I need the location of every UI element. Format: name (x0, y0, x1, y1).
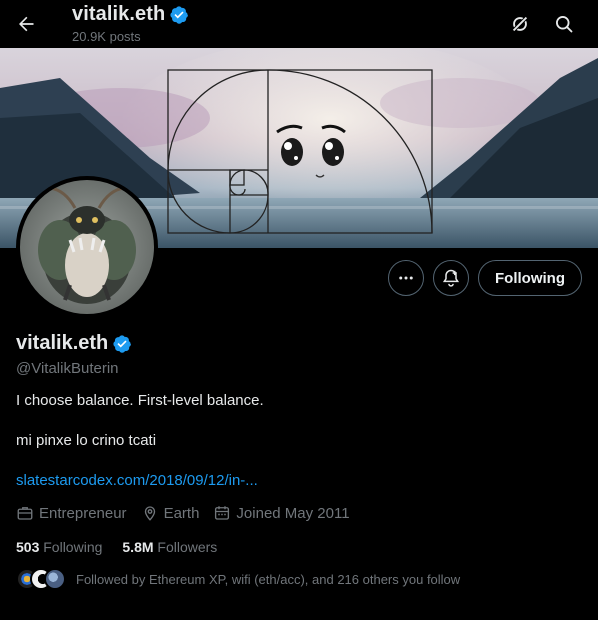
join-date: Joined May 2011 (213, 504, 350, 522)
mini-avatar (44, 568, 66, 590)
following-number: 503 (16, 539, 40, 555)
followers-count[interactable]: 5.8M Followers (122, 539, 217, 555)
verified-badge-icon (170, 5, 189, 24)
grok-icon (511, 15, 529, 33)
followed-by-text: Followed by Ethereum XP, wifi (eth/acc),… (76, 571, 461, 587)
avatar-image (20, 180, 154, 314)
verified-badge-icon (113, 334, 132, 353)
followed-by[interactable]: Followed by Ethereum XP, wifi (eth/acc),… (16, 568, 460, 590)
notifications-button[interactable] (433, 260, 470, 296)
top-bar: vitalik.eth 20.9K posts (0, 0, 598, 48)
profile-name: vitalik.eth (16, 332, 109, 354)
profile-meta: Entrepreneur Earth Joined May 2011 (16, 504, 350, 522)
post-count: 20.9K posts (72, 29, 141, 44)
profile-avatar[interactable] (16, 176, 158, 318)
bio-line-2: mi pinxe lo crino tcati (16, 432, 157, 449)
profile-name-row: vitalik.eth (16, 332, 132, 355)
search-icon (556, 16, 573, 33)
profession-label: Entrepreneur (39, 504, 127, 522)
header-title: vitalik.eth (72, 3, 166, 25)
back-button[interactable] (8, 6, 44, 42)
following-count[interactable]: 503 Following (16, 539, 102, 555)
location: Earth (141, 504, 200, 522)
briefcase-icon (17, 507, 33, 520)
profession: Entrepreneur (16, 504, 127, 522)
more-icon (399, 276, 413, 280)
join-date-label: Joined May 2011 (236, 504, 350, 522)
notification-bell-icon (442, 269, 460, 287)
profile-actions: Following (388, 260, 582, 296)
more-button[interactable] (388, 260, 425, 296)
location-label: Earth (163, 504, 200, 522)
location-pin-icon (144, 506, 155, 521)
followers-number: 5.8M (122, 539, 154, 555)
search-button[interactable] (546, 6, 582, 42)
following-label: Following (43, 539, 103, 555)
grok-button[interactable] (502, 6, 538, 42)
profile-link[interactable]: slatestarcodex.com/2018/09/12/in-... (16, 472, 258, 489)
following-button[interactable]: Following (478, 260, 582, 296)
followers-label: Followers (157, 539, 218, 555)
profile-handle: @VitalikButerin (16, 360, 119, 377)
back-arrow-icon (19, 16, 34, 32)
follow-counts: 503 Following 5.8M Followers (16, 539, 217, 555)
header-title-block: vitalik.eth 20.9K posts (72, 3, 189, 44)
calendar-icon (215, 506, 230, 520)
followed-by-avatars (16, 568, 68, 590)
bio-line-1: I choose balance. First-level balance. (16, 392, 264, 409)
